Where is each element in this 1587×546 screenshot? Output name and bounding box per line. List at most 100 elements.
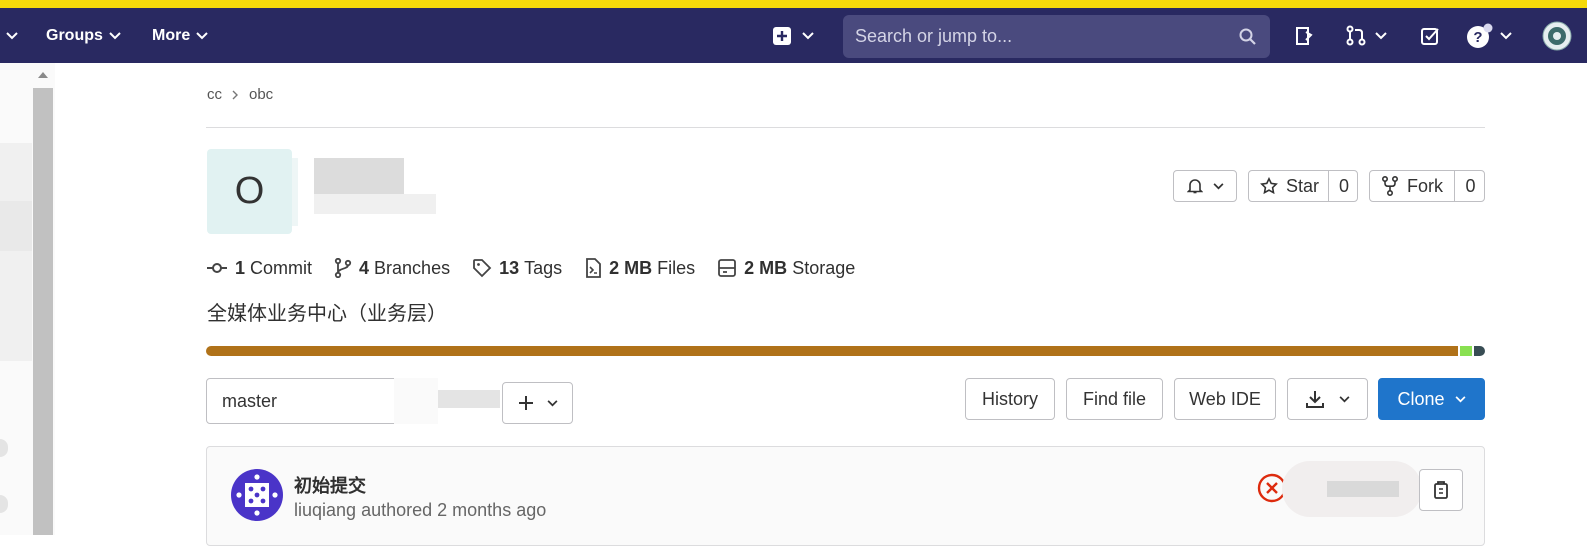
history-button[interactable]: History xyxy=(965,378,1055,420)
star-icon xyxy=(1260,177,1278,195)
history-label: History xyxy=(981,388,1038,409)
commit-icon xyxy=(207,263,227,273)
web-ide-label: Web IDE xyxy=(1189,388,1261,409)
redacted-project-name xyxy=(314,158,404,194)
scroll-up-arrow-icon[interactable] xyxy=(36,70,50,80)
user-avatar[interactable] xyxy=(1542,8,1572,63)
breadcrumb-project[interactable]: obc xyxy=(249,86,273,103)
chevron-down-icon xyxy=(802,31,814,39)
language-segment[interactable] xyxy=(1474,346,1485,356)
commit-meta: liuqiang authored 2 months ago xyxy=(294,500,546,521)
tags-label: Tags xyxy=(524,257,563,278)
nav-more[interactable]: More xyxy=(152,8,208,63)
chevron-down-icon xyxy=(1339,395,1350,402)
project-avatar: O xyxy=(207,149,292,234)
commits-label: Commit xyxy=(250,257,313,278)
merge-requests-dropdown[interactable] xyxy=(1345,8,1387,63)
files-size: 2 MB xyxy=(609,257,653,278)
web-ide-button[interactable]: Web IDE xyxy=(1174,378,1276,420)
commit-title[interactable]: 初始提交 xyxy=(294,472,366,498)
svg-text:?: ? xyxy=(1473,29,1482,46)
issues-button[interactable] xyxy=(1420,8,1440,63)
tags-stat[interactable]: 13 Tags xyxy=(472,258,562,279)
star-count[interactable]: 0 xyxy=(1328,171,1359,201)
language-bar[interactable] xyxy=(206,346,1485,356)
bell-icon xyxy=(1186,179,1203,194)
fork-count[interactable]: 0 xyxy=(1454,171,1486,201)
add-to-tree-dropdown[interactable] xyxy=(502,382,573,424)
search-input[interactable]: Search or jump to... xyxy=(843,15,1270,58)
last-commit-panel: 初始提交 liuqiang authored 2 months ago xyxy=(206,446,1485,546)
files-stat[interactable]: 2 MB Files xyxy=(584,258,695,279)
top-navbar: Groups More Search or jump to... ? xyxy=(0,8,1587,63)
find-file-button[interactable]: Find file xyxy=(1066,378,1163,420)
copy-icon xyxy=(1434,481,1448,499)
storage-label: Storage xyxy=(792,257,856,278)
chevron-down-icon xyxy=(1500,31,1512,39)
todo-icon xyxy=(1296,26,1313,45)
chevron-down-icon xyxy=(196,31,208,39)
search-placeholder: Search or jump to... xyxy=(855,26,1013,46)
redacted-area xyxy=(292,158,298,226)
merge-request-icon xyxy=(1346,25,1366,45)
breadcrumb: cc obc xyxy=(207,86,273,103)
redacted-sha-text xyxy=(1327,481,1399,497)
sidebar-badge xyxy=(0,495,8,513)
user-avatar-icon xyxy=(1542,21,1572,50)
nav-groups[interactable]: Groups xyxy=(46,8,121,63)
new-item-dropdown[interactable] xyxy=(772,8,814,63)
notification-dropdown[interactable] xyxy=(1173,170,1237,202)
language-segment[interactable] xyxy=(1460,346,1472,356)
language-segment[interactable] xyxy=(206,346,1458,356)
project-avatar-letter: O xyxy=(234,170,265,212)
storage-stat[interactable]: 2 MB Storage xyxy=(717,258,855,279)
download-dropdown[interactable] xyxy=(1287,378,1368,420)
commit-time: 2 months ago xyxy=(437,500,547,520)
star-button[interactable]: Star 0 xyxy=(1248,170,1358,202)
files-label: Files xyxy=(657,257,696,278)
download-icon xyxy=(1306,391,1324,408)
chevron-down-icon xyxy=(547,399,558,406)
sidebar-item[interactable] xyxy=(0,251,32,361)
commit-author-avatar[interactable] xyxy=(231,469,283,521)
breadcrumb-group[interactable]: cc xyxy=(207,86,222,103)
redacted-breadcrumb xyxy=(438,390,500,408)
search-icon xyxy=(1239,28,1256,45)
issues-icon xyxy=(1421,27,1439,45)
fork-icon xyxy=(1382,176,1398,196)
help-dropdown[interactable]: ? xyxy=(1466,8,1512,63)
sidebar-scrollbar[interactable] xyxy=(33,88,53,535)
project-stats: 1 Commit 4 Branches 13 Tags 2 MB Files 2… xyxy=(206,255,877,281)
plus-square-icon xyxy=(773,26,791,45)
commit-author[interactable]: liuqiang xyxy=(294,500,356,520)
commits-stat[interactable]: 1 Commit xyxy=(206,258,312,279)
commit-verb: authored xyxy=(361,500,433,520)
chevron-down-icon xyxy=(1375,31,1387,39)
storage-size: 2 MB xyxy=(744,257,788,278)
fork-button[interactable]: Fork 0 xyxy=(1369,170,1485,202)
chevron-down-icon xyxy=(1213,182,1223,189)
tags-count: 13 xyxy=(499,257,520,278)
branch-icon xyxy=(334,258,352,278)
file-code-icon xyxy=(586,258,602,278)
chevron-down-icon xyxy=(6,31,18,39)
commits-count: 1 xyxy=(235,257,246,278)
nav-groups-label: Groups xyxy=(46,26,103,44)
branch-name: master xyxy=(222,390,278,411)
todo-button[interactable] xyxy=(1294,8,1314,63)
sidebar-badge xyxy=(0,439,8,457)
chevron-right-icon xyxy=(232,90,238,99)
clone-dropdown[interactable]: Clone xyxy=(1378,378,1485,420)
fork-label: Fork xyxy=(1407,175,1443,196)
branch-selector[interactable]: master xyxy=(206,378,419,424)
branches-stat[interactable]: 4 Branches xyxy=(334,258,450,279)
find-file-label: Find file xyxy=(1082,388,1147,409)
clone-label: Clone xyxy=(1397,388,1445,409)
tag-icon xyxy=(473,259,492,278)
sidebar-item[interactable] xyxy=(0,143,32,201)
project-description: 全媒体业务中心（业务层） xyxy=(207,303,447,325)
copy-sha-button[interactable] xyxy=(1419,469,1463,511)
sidebar-item-active[interactable] xyxy=(0,201,32,251)
nav-collapsed-chevron[interactable] xyxy=(0,8,18,63)
chevron-down-icon xyxy=(1455,395,1466,402)
